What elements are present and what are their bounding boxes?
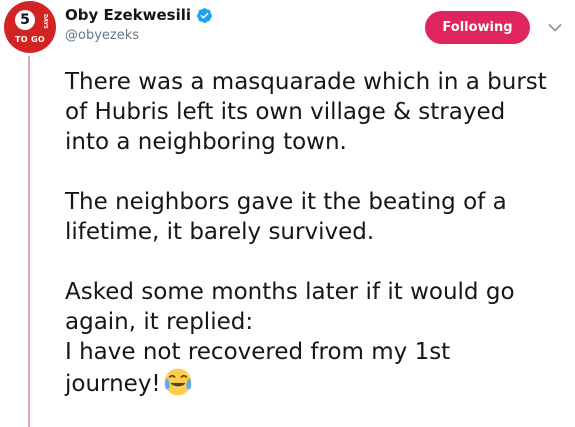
tweet-paragraph: Asked some months later if it would go a… bbox=[65, 277, 565, 399]
tweet-line: again, it replied: bbox=[65, 309, 254, 335]
tweet-line: of Hubris left its own village & strayed bbox=[65, 99, 506, 125]
chevron-down-icon[interactable] bbox=[547, 20, 563, 36]
following-button[interactable]: Following bbox=[425, 11, 530, 44]
avatar[interactable]: 5 DAYS TO GO bbox=[4, 1, 56, 53]
tweet-line: The neighbors gave it the beating of a bbox=[65, 189, 507, 215]
tweet-card: 5 DAYS TO GO Oby Ezekwesili @obyezeks Fo… bbox=[0, 0, 575, 427]
tweet-line: There was a masquarade which in a burst bbox=[65, 69, 547, 95]
tweet-line: journey! bbox=[65, 371, 161, 397]
avatar-side-text: DAYS bbox=[42, 13, 48, 29]
tweet-line: I have not recovered from my 1st bbox=[65, 339, 451, 365]
thread-line bbox=[28, 56, 30, 427]
face-with-tears-of-joy-icon bbox=[164, 368, 191, 396]
tweet-text: There was a masquarade which in a burst … bbox=[65, 67, 565, 399]
author-display-name[interactable]: Oby Ezekwesili bbox=[65, 6, 191, 24]
avatar-number: 5 bbox=[15, 10, 35, 30]
author-name-row[interactable]: Oby Ezekwesili bbox=[65, 4, 213, 26]
tweet-line: Asked some months later if it would go bbox=[65, 279, 515, 305]
avatar-bottom-text: TO GO bbox=[15, 35, 45, 44]
author-handle[interactable]: @obyezeks bbox=[65, 28, 139, 43]
verified-badge-icon bbox=[197, 7, 212, 23]
tweet-paragraph: There was a masquarade which in a burst … bbox=[65, 67, 565, 157]
tweet-line: lifetime, it barely survived. bbox=[65, 219, 375, 245]
tweet-line-last: journey! bbox=[65, 367, 565, 399]
tweet-paragraph: The neighbors gave it the beating of a l… bbox=[65, 187, 565, 247]
tweet-line: into a neighboring town. bbox=[65, 129, 347, 155]
